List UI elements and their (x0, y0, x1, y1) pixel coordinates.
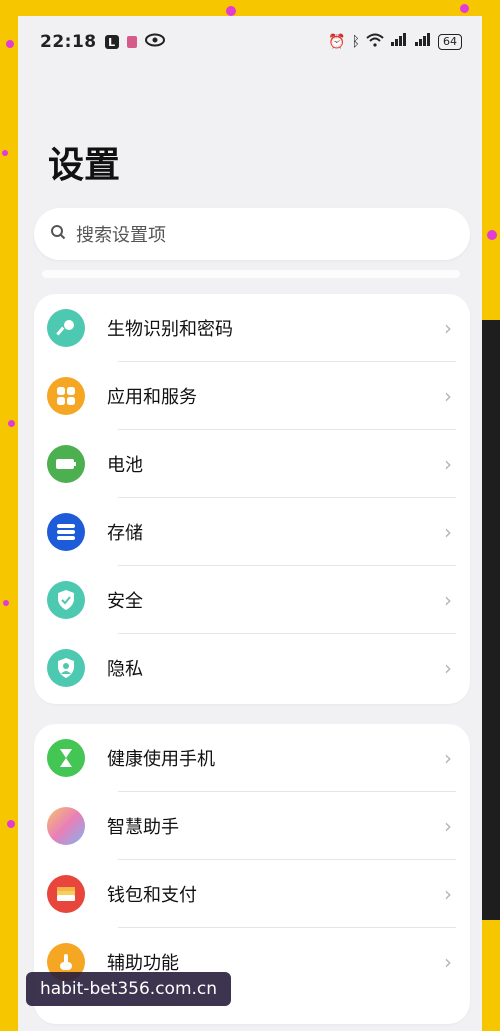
confetti-dot (8, 420, 15, 427)
background-photo-edge (482, 320, 500, 920)
battery-level: 64 (438, 34, 462, 50)
chevron-right-icon: › (444, 588, 452, 612)
chevron-right-icon: › (444, 814, 452, 838)
chevron-right-icon: › (444, 452, 452, 476)
status-time: 22:18 (40, 32, 97, 52)
chevron-right-icon: › (444, 316, 452, 340)
app-notification-icon (126, 36, 137, 48)
settings-item-label: 应用和服务 (107, 387, 197, 408)
chevron-right-icon: › (444, 656, 452, 680)
settings-item-assistant[interactable]: 智慧助手 › (34, 792, 470, 860)
search-placeholder: 搜索设置项 (76, 225, 166, 246)
settings-item-label: 生物识别和密码 (107, 319, 233, 340)
settings-item-biometrics[interactable]: 生物识别和密码 › (34, 294, 470, 362)
settings-item-label: 存储 (107, 523, 143, 544)
collapsed-card-edge (42, 270, 460, 278)
settings-item-label: 钱包和支付 (107, 885, 197, 906)
signal-icon (390, 33, 408, 51)
search-bar[interactable]: 搜索设置项 (34, 208, 470, 260)
status-bar: 22:18 L ⏰ ᛒ 64 (18, 16, 482, 68)
confetti-dot (487, 230, 497, 240)
battery-icon (47, 445, 85, 483)
confetti-dot (3, 600, 9, 606)
settings-screen: 22:18 L ⏰ ᛒ 64 设置 搜索设置项 生物识别和密码 › 应用和服务 … (18, 16, 482, 1031)
chevron-right-icon: › (444, 384, 452, 408)
settings-item-wallet[interactable]: 钱包和支付 › (34, 860, 470, 928)
app-notification-icon: L (104, 35, 119, 49)
settings-item-storage[interactable]: 存储 › (34, 498, 470, 566)
search-icon (50, 224, 66, 244)
page-title: 设置 (48, 145, 121, 186)
settings-item-battery[interactable]: 电池 › (34, 430, 470, 498)
confetti-dot (2, 150, 8, 156)
settings-item-label: 健康使用手机 (107, 749, 215, 770)
confetti-dot (6, 40, 14, 48)
chevron-right-icon: › (444, 520, 452, 544)
settings-item-label: 安全 (107, 591, 143, 612)
confetti-dot (7, 820, 15, 828)
eye-icon (144, 32, 165, 52)
settings-item-security[interactable]: 安全 › (34, 566, 470, 634)
settings-item-label: 电池 (107, 455, 143, 476)
chevron-right-icon: › (444, 746, 452, 770)
settings-item-privacy[interactable]: 隐私 › (34, 634, 470, 702)
apps-icon (47, 377, 85, 415)
alarm-icon: ⏰ (328, 34, 346, 50)
wallet-icon (47, 875, 85, 913)
settings-item-label: 隐私 (107, 659, 143, 680)
chevron-right-icon: › (444, 950, 452, 974)
settings-item-apps[interactable]: 应用和服务 › (34, 362, 470, 430)
settings-item-label: 智慧助手 (107, 817, 179, 838)
assistant-icon (47, 807, 85, 845)
confetti-dot (226, 6, 236, 16)
wifi-icon (366, 33, 384, 51)
storage-icon (47, 513, 85, 551)
signal-icon (414, 33, 432, 51)
watermark-badge: habit-bet356.com.cn (26, 972, 231, 1006)
key-icon (47, 309, 85, 347)
hourglass-icon (47, 739, 85, 777)
bluetooth-icon: ᛒ (351, 34, 360, 50)
confetti-dot (460, 4, 469, 13)
chevron-right-icon: › (444, 882, 452, 906)
settings-group-1: 生物识别和密码 › 应用和服务 › 电池 › 存储 › 安全 › 隐私 › (34, 294, 470, 704)
privacy-icon (47, 649, 85, 687)
shield-icon (47, 581, 85, 619)
settings-item-digital-balance[interactable]: 健康使用手机 › (34, 724, 470, 792)
